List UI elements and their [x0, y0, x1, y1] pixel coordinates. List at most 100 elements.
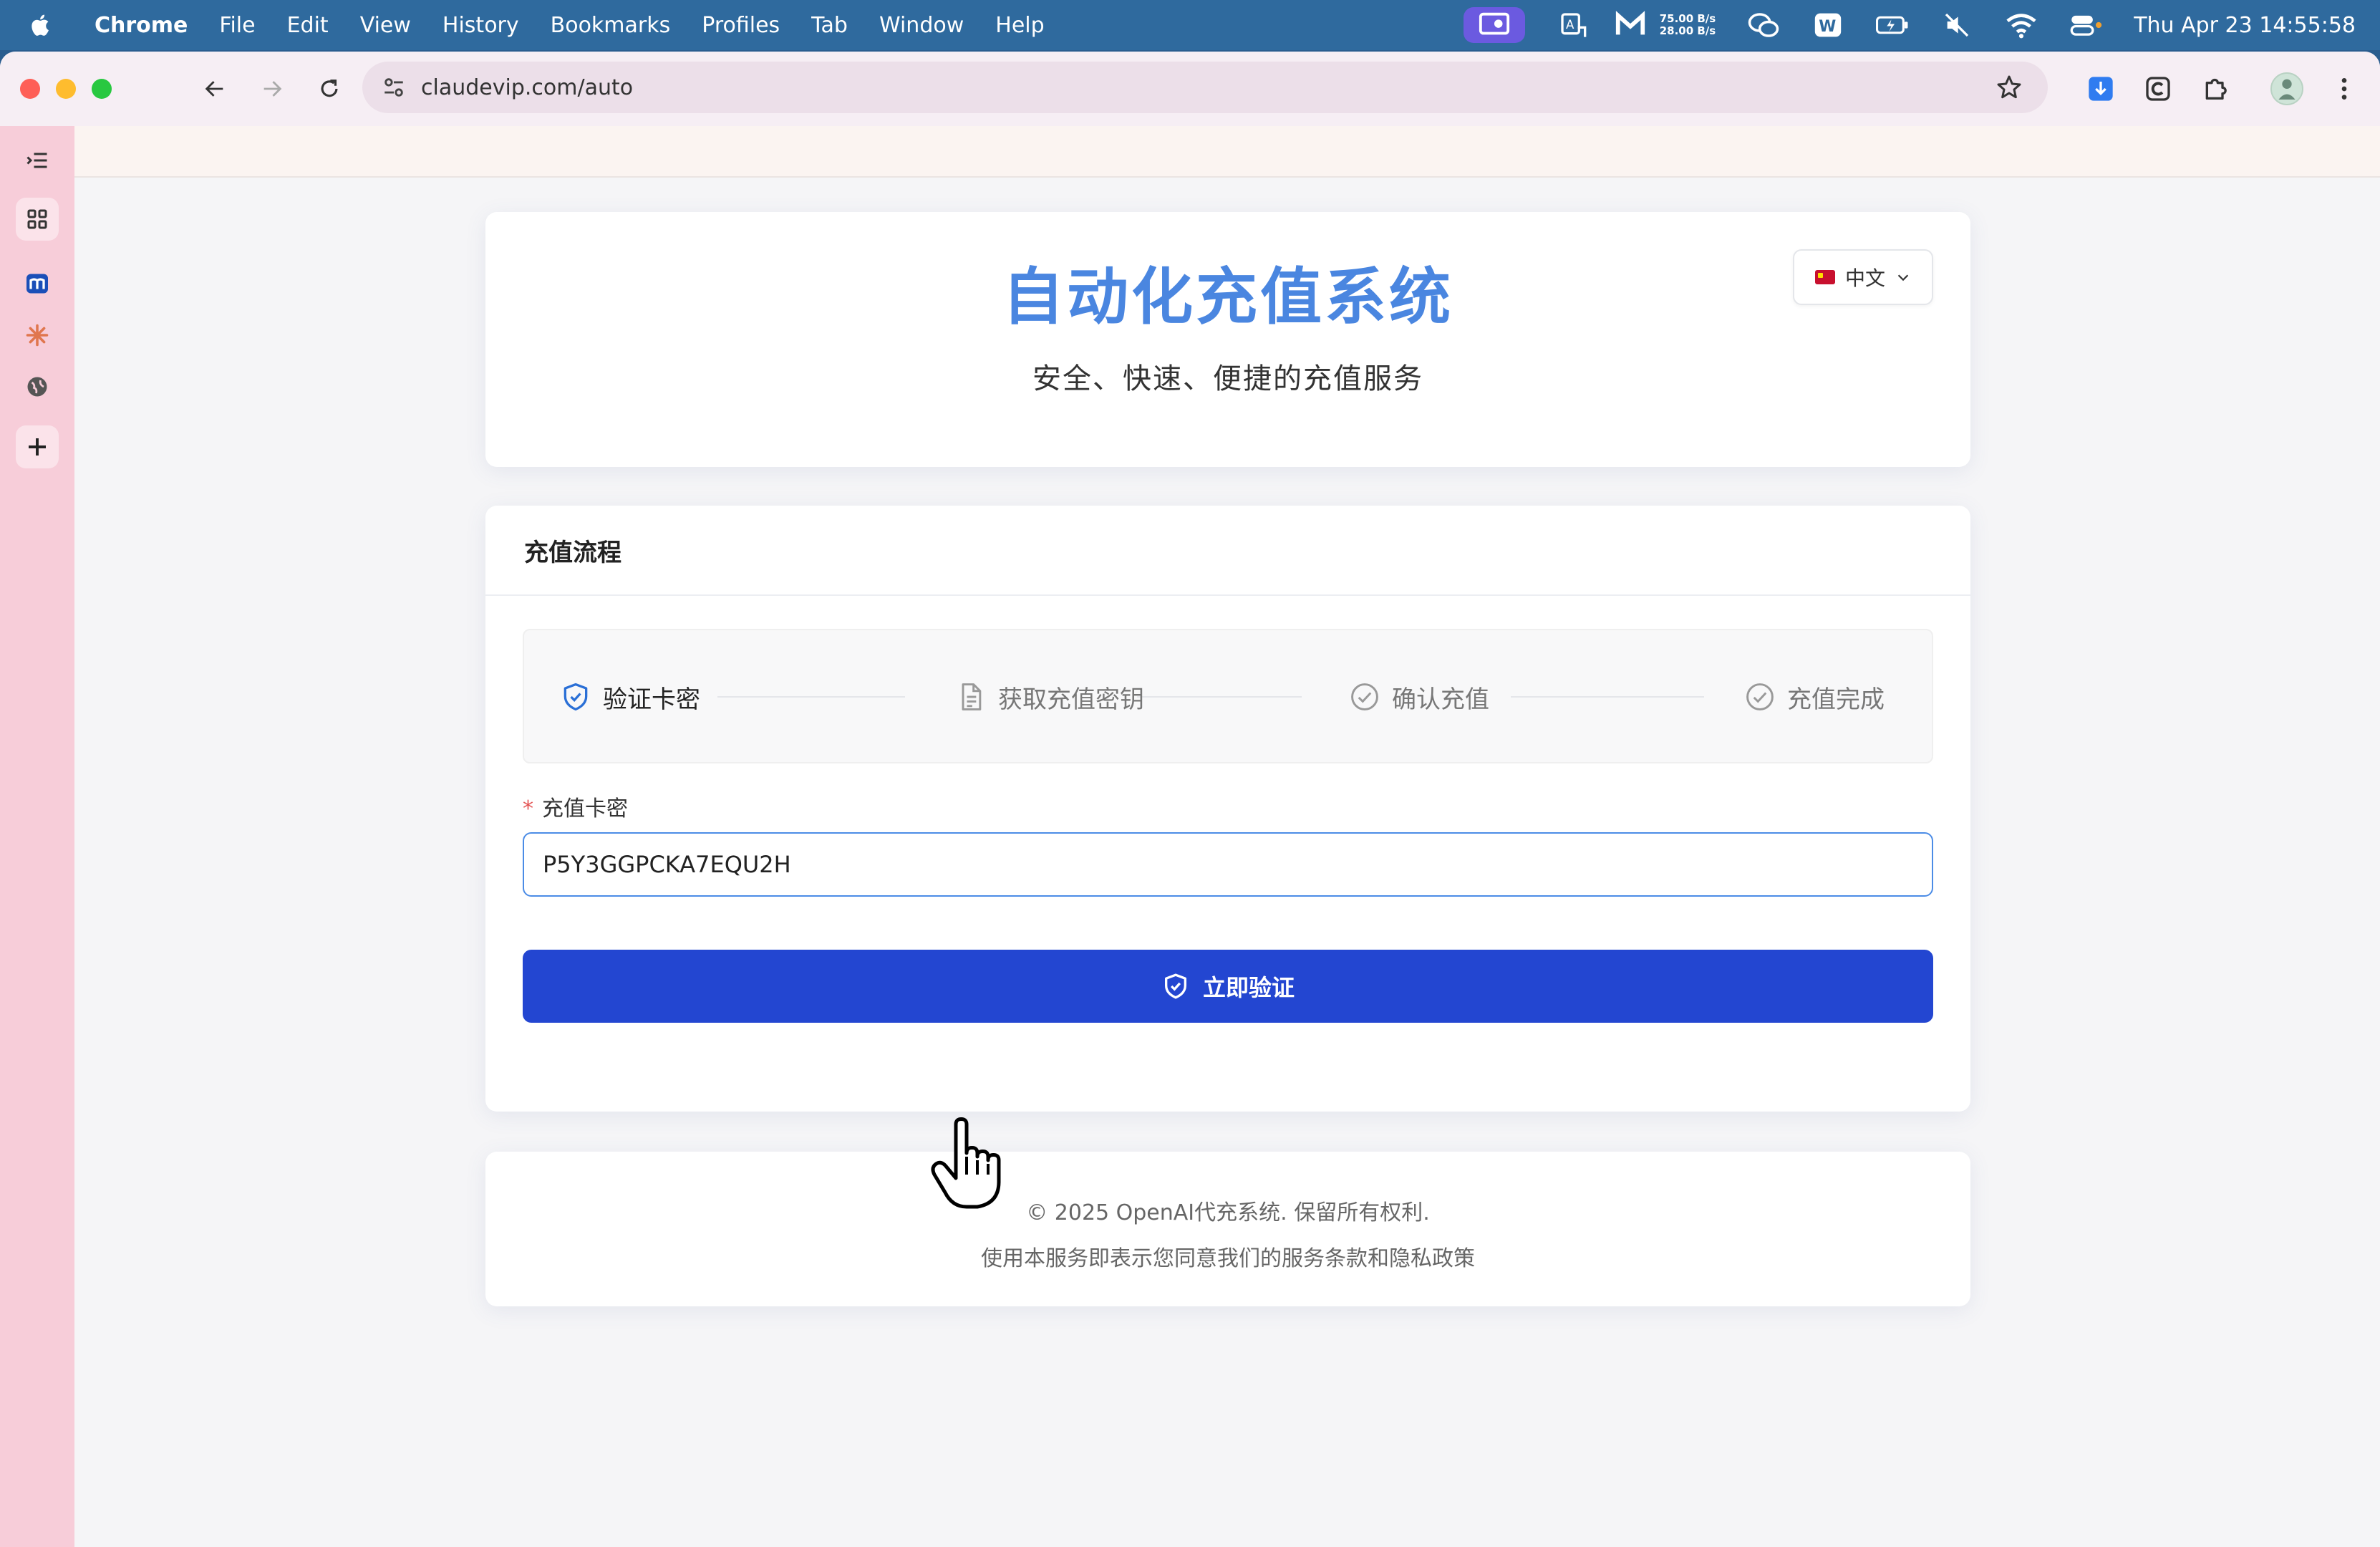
recharge-flow-card: 充值流程 验证卡密 获取充值密钥 确认充值 充值完成 * 充值卡密 P5Y3GG… [485, 506, 1970, 1112]
download-extension-icon[interactable] [2079, 67, 2122, 110]
hero-card: 自动化充值系统 安全、快速、便捷的充值服务 中文 [485, 212, 1970, 467]
svg-text:W: W [1819, 18, 1836, 36]
m-app-icon [26, 274, 48, 294]
back-button[interactable] [193, 67, 236, 110]
card-code-input[interactable] [523, 832, 1933, 897]
terms-notice: 使用本服务即表示您同意我们的服务条款和隐私政策 [981, 1246, 1475, 1271]
required-mark: * [523, 796, 533, 821]
zoom-window-button[interactable] [92, 79, 112, 99]
shield-check-icon [560, 679, 591, 715]
copyright-text: © 2025 OpenAI代充系统. 保留所有权利. [1026, 1200, 1430, 1225]
menu-edit[interactable]: Edit [287, 13, 329, 38]
verify-now-button[interactable]: 立即验证 [523, 950, 1933, 1023]
china-flag-icon [1814, 270, 1835, 284]
more-vertical-icon [2341, 78, 2347, 100]
battery-icon[interactable] [1876, 11, 1909, 39]
address-bar[interactable]: claudevip.com/auto [362, 62, 2048, 113]
card-code-label: * 充值卡密 [523, 791, 628, 822]
sidebar-add-button[interactable] [16, 425, 59, 468]
step-label: 获取充值密钥 [998, 685, 1144, 714]
menu-bookmarks[interactable]: Bookmarks [551, 13, 671, 38]
chrome-menu-button[interactable] [2323, 67, 2366, 110]
plus-icon [29, 438, 46, 456]
toolbar-extensions [2065, 64, 2366, 113]
claude-sparkle-icon [26, 324, 49, 347]
screen-mirroring-icon[interactable] [1463, 7, 1525, 43]
menubar-clock[interactable]: Thu Apr 23 14:55:58 [2134, 13, 2356, 38]
globe-icon [27, 377, 47, 397]
steps-bar: 验证卡密 获取充值密钥 确认充值 充值完成 [523, 629, 1933, 763]
arrow-right-icon [263, 81, 282, 97]
site-info-icon[interactable] [379, 73, 408, 102]
network-speed: 75.00 B/s 28.00 B/s [1660, 13, 1716, 37]
apple-icon[interactable] [29, 13, 63, 37]
menu-app-name[interactable]: Chrome [95, 13, 188, 38]
extensions-puzzle-icon[interactable] [2194, 67, 2237, 110]
step-get-key: 获取充值密钥 [955, 678, 1144, 716]
language-label: 中文 [1844, 266, 1885, 290]
grid-icon [27, 209, 47, 229]
browser-sidebar [0, 126, 74, 1547]
step-complete: 充值完成 [1744, 678, 1885, 716]
sidebar-item-m-app[interactable] [16, 262, 59, 305]
input-source-icon[interactable]: W [1811, 11, 1844, 39]
forward-button[interactable] [251, 67, 294, 110]
browser-toolbar: claudevip.com/auto [0, 52, 2380, 126]
menu-tab[interactable]: Tab [811, 13, 848, 38]
page-subtitle: 安全、快速、便捷的充值服务 [1032, 362, 1423, 395]
arrow-left-icon [205, 81, 223, 97]
minimize-window-button[interactable] [56, 79, 76, 99]
wifi-icon[interactable] [2005, 11, 2038, 39]
net-down-speed: 28.00 B/s [1659, 24, 1716, 37]
sidebar-toggle-button[interactable] [16, 139, 59, 182]
document-icon [955, 679, 987, 715]
sidebar-collapse-icon [26, 153, 47, 168]
menu-view[interactable]: View [360, 13, 411, 38]
close-window-button[interactable] [20, 79, 40, 99]
check-circle-icon [1349, 679, 1380, 715]
mute-icon[interactable] [1940, 11, 1973, 39]
sidebar-item-claude[interactable] [16, 314, 59, 357]
bookmark-star-icon[interactable] [1995, 73, 2023, 102]
mail-icon[interactable] [1614, 11, 1647, 39]
chrome-window: claudevip.com/auto 自动化充值系统 安全、快速、便捷的充值服务… [0, 52, 2380, 1547]
reload-button[interactable] [308, 67, 351, 110]
shield-check-icon [1161, 972, 1190, 1001]
menu-file[interactable]: File [219, 13, 255, 38]
sidebar-item-web[interactable] [16, 365, 59, 408]
step-label: 确认充值 [1392, 685, 1489, 714]
page-title: 自动化充值系统 [1002, 261, 1453, 333]
check-circle-icon [1744, 679, 1776, 715]
page-top-strip [74, 126, 2380, 178]
language-select[interactable]: 中文 [1793, 249, 1933, 305]
flow-card-header: 充值流程 [485, 506, 1970, 596]
c-extension-icon[interactable] [2137, 67, 2180, 110]
wechat-icon[interactable] [1747, 11, 1780, 39]
step-connector [1137, 696, 1302, 698]
menu-window[interactable]: Window [879, 13, 964, 38]
net-up-speed: 75.00 B/s [1659, 12, 1716, 25]
menu-history[interactable]: History [442, 13, 519, 38]
step-verify-card: 验证卡密 [560, 678, 700, 716]
menu-profiles[interactable]: Profiles [702, 13, 780, 38]
window-controls [20, 79, 127, 99]
reload-icon [321, 79, 338, 97]
step-label: 验证卡密 [603, 685, 700, 714]
macos-menu-bar: Chrome File Edit View History Bookmarks … [0, 0, 2380, 50]
card-code-label-text: 充值卡密 [542, 796, 628, 821]
control-center-icon[interactable] [2069, 11, 2102, 39]
menu-help[interactable]: Help [995, 13, 1044, 38]
verify-now-label: 立即验证 [1202, 974, 1295, 1001]
step-label: 充值完成 [1787, 685, 1885, 714]
web-page: 自动化充值系统 安全、快速、便捷的充值服务 中文 充值流程 验证卡密 获取充值密… [74, 126, 2380, 1547]
person-icon [2278, 79, 2296, 100]
input-method-icon[interactable]: A [1557, 11, 1590, 39]
step-confirm: 确认充值 [1349, 678, 1489, 716]
hand-pointer-cursor-icon [931, 1117, 1001, 1209]
chevron-down-icon [1897, 274, 1909, 281]
sidebar-item-apps[interactable] [16, 198, 59, 241]
url-text[interactable]: claudevip.com/auto [421, 75, 633, 100]
avatar [2270, 72, 2303, 105]
profile-avatar[interactable] [2265, 67, 2308, 110]
status-area: A 75.00 B/s 28.00 B/s W Thu Apr 23 14:55… [1432, 0, 2356, 50]
